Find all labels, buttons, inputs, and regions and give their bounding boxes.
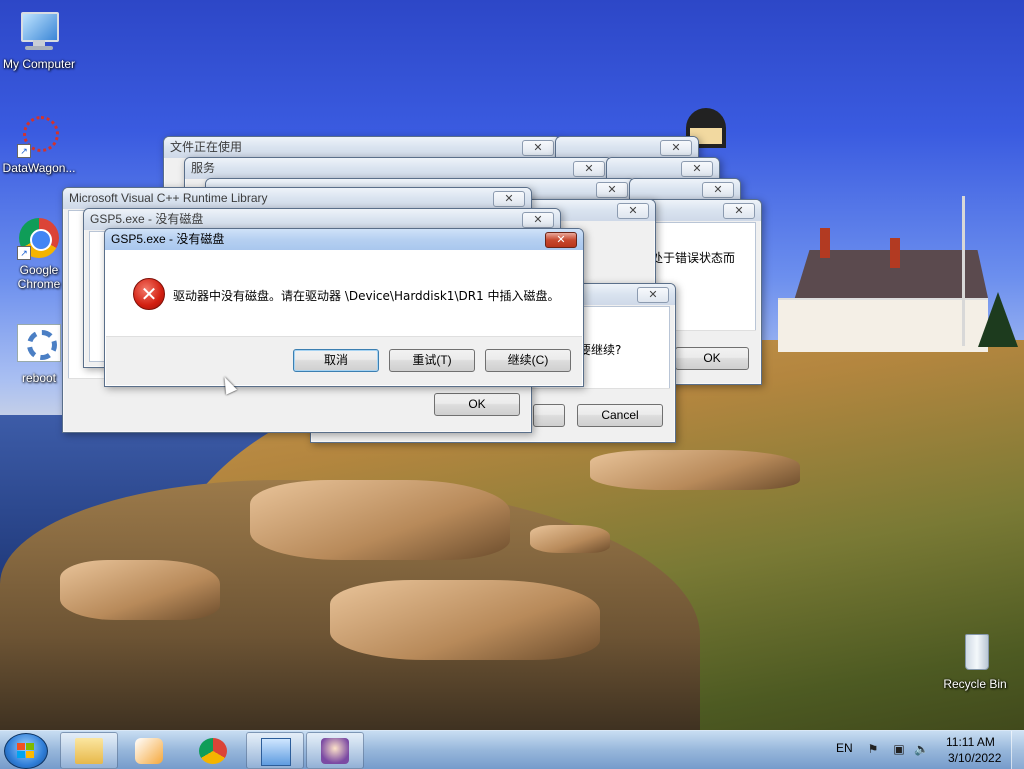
close-icon[interactable]: ✕ (596, 182, 628, 198)
character-app-icon (321, 738, 349, 764)
window-title: 服务 (185, 158, 611, 179)
taskbar-chrome[interactable] (184, 732, 242, 769)
close-icon[interactable]: ✕ (545, 232, 577, 248)
action-center-flag-icon[interactable]: ⚑ (866, 742, 880, 756)
close-icon[interactable]: ✕ (522, 140, 554, 156)
computer-icon (17, 10, 61, 54)
settings-gear-icon (17, 324, 61, 368)
language-indicator[interactable]: EN (836, 741, 853, 755)
wallpaper-rock (330, 580, 600, 660)
wallpaper-rock (60, 560, 220, 620)
window-title: Microsoft Visual C++ Runtime Library (63, 188, 531, 209)
taskbar-media-player[interactable] (120, 732, 178, 769)
wallpaper-rock (590, 450, 800, 490)
partial-button[interactable] (533, 404, 565, 427)
wallpaper-flagpole (962, 196, 965, 346)
shortcut-arrow-icon: ↗ (17, 144, 31, 158)
media-player-icon (135, 738, 163, 764)
wallpaper-rock (250, 480, 510, 560)
close-icon[interactable]: ✕ (660, 140, 692, 156)
window-title: 文件正在使用 (164, 137, 560, 158)
desktop-icon-recycle-bin[interactable]: Recycle Bin (935, 630, 1015, 691)
volume-icon[interactable]: 🔈 (914, 742, 929, 756)
window-title: GSP5.exe - 没有磁盘 (105, 229, 583, 250)
recycle-bin-icon (953, 630, 997, 674)
desktop-icon-datawagon[interactable]: ↗ DataWagon... (0, 114, 79, 175)
datawagon-icon: ↗ (17, 114, 61, 158)
retry-button[interactable]: 重试(T) (389, 349, 475, 372)
network-icon[interactable]: ▣ (892, 742, 906, 756)
error-icon: ✕ (133, 278, 165, 310)
window-title: GSP5.exe - 没有磁盘 (84, 209, 560, 230)
desktop-icon-label: DataWagon... (2, 161, 76, 175)
taskbar: EN ⚑ ▣ 🔈 11:11 AM 3/10/2022 (0, 730, 1024, 769)
dialog-message: 驱动器中没有磁盘。请在驱动器 \Device\Harddisk1\DR1 中插入… (173, 289, 560, 303)
ok-button[interactable]: OK (675, 347, 749, 370)
clock-time[interactable]: 11:11 AM (946, 735, 995, 749)
close-icon[interactable]: ✕ (522, 212, 554, 228)
clock-date[interactable]: 3/10/2022 (948, 751, 1001, 765)
taskbar-control-panel[interactable] (246, 732, 304, 769)
start-button[interactable] (4, 733, 48, 769)
taskbar-explorer[interactable] (60, 732, 118, 769)
close-icon[interactable]: ✕ (573, 161, 605, 177)
desktop-icon-label: My Computer (2, 57, 76, 71)
close-icon[interactable]: ✕ (702, 182, 734, 198)
dialog-gsp5-no-disk[interactable]: GSP5.exe - 没有磁盘 ✕ ✕ 驱动器中没有磁盘。请在驱动器 \Devi… (104, 228, 584, 387)
ok-button[interactable]: OK (434, 393, 520, 416)
close-icon[interactable]: ✕ (493, 191, 525, 207)
close-icon[interactable]: ✕ (681, 161, 713, 177)
dialog-message: 处于错误状态而 (651, 251, 736, 265)
desktop-icon-label: Recycle Bin (943, 677, 1007, 691)
wallpaper-rock (530, 525, 610, 553)
chrome-icon: ↗ (17, 216, 61, 260)
close-icon[interactable]: ✕ (637, 287, 669, 303)
wallpaper-house (778, 228, 988, 352)
control-panel-icon (261, 738, 291, 766)
cancel-button[interactable]: 取消 (293, 349, 379, 372)
folder-icon (75, 738, 103, 764)
shortcut-arrow-icon: ↗ (17, 246, 31, 260)
taskbar-character-app[interactable] (306, 732, 364, 769)
cancel-button[interactable]: Cancel (577, 404, 663, 427)
windows-logo-icon (17, 743, 35, 759)
continue-button[interactable]: 继续(C) (485, 349, 571, 372)
close-icon[interactable]: ✕ (723, 203, 755, 219)
chrome-icon (199, 738, 227, 764)
close-icon[interactable]: ✕ (617, 203, 649, 219)
desktop-icon-my-computer[interactable]: My Computer (0, 10, 79, 71)
show-desktop-button[interactable] (1011, 731, 1024, 769)
